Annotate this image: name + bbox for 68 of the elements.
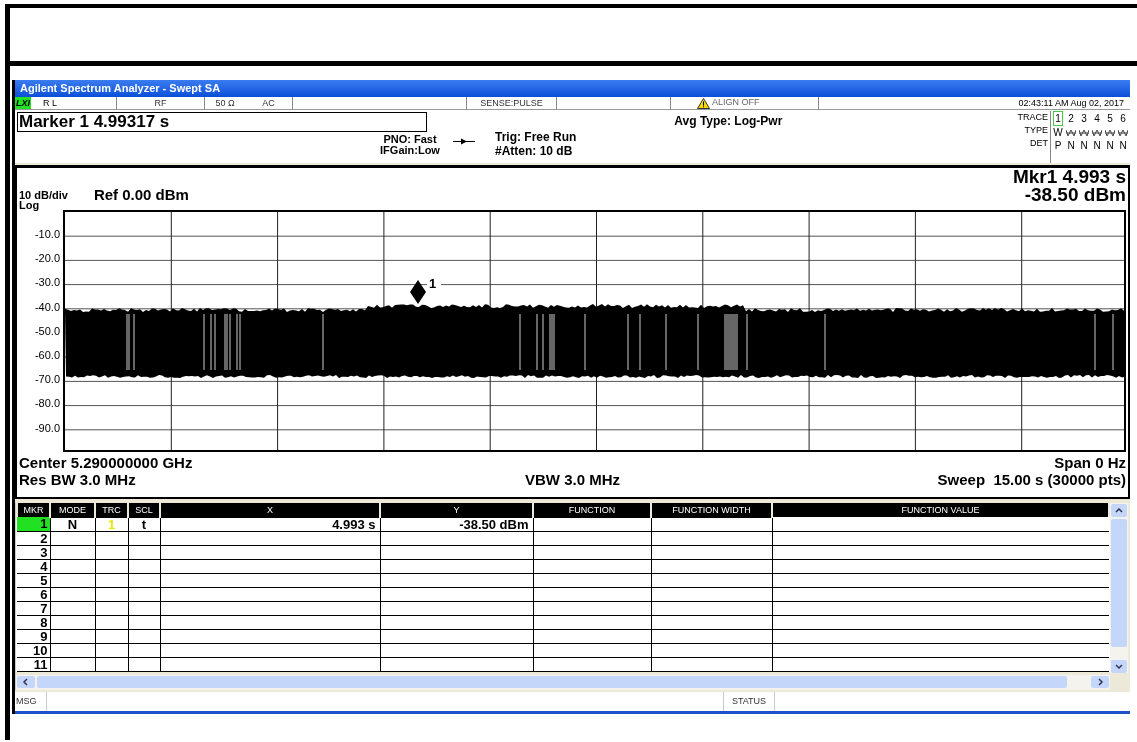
table-cell: 4.993 s (160, 517, 380, 531)
marker-readout: Mkr1 4.993 s (1012, 168, 1126, 186)
reference-level: Ref 0.00 dBm (93, 184, 189, 205)
message-label: MSG (15, 691, 47, 711)
axis-label: -60.0 (33, 347, 60, 363)
video-bandwidth: VBW 3.0 MHz (525, 471, 620, 488)
table-cell: -38.50 dBm (380, 517, 533, 531)
axis-label: -30.0 (33, 275, 60, 291)
trace-number[interactable]: 1 (1053, 111, 1063, 126)
date-time: 02:43:11 AM Aug 02, 2017 (1017, 97, 1125, 109)
trace-number[interactable]: 6 (1118, 111, 1128, 126)
trace-type: W (1053, 126, 1063, 139)
scale-type: Log (19, 200, 41, 210)
span-value: Span 0 Hz (1054, 454, 1126, 471)
resolution-bandwidth: Res BW 3.0 MHz (19, 471, 137, 488)
column-header: FUNCTION (533, 503, 651, 517)
trace-row-label: DET (1030, 137, 1048, 150)
trace-row-label: TRACE (1017, 111, 1048, 124)
marker-readout: -38.50 dBm (1024, 186, 1126, 204)
detector-type: N (1092, 139, 1102, 152)
trace-row-label: TYPE (1024, 124, 1048, 137)
column-header: MKR (17, 503, 50, 517)
scale-label: 10 dB/div (19, 190, 68, 200)
marker-field[interactable]: Marker 1 4.99317 s (17, 112, 427, 132)
detector-type: N (1105, 139, 1115, 152)
attenuation-setting: #Atten: 10 dB (495, 144, 574, 158)
axis-label: -20.0 (33, 251, 60, 267)
status-field: R L (31, 97, 117, 109)
detector-type: N (1066, 139, 1076, 152)
column-header: FUNCTION VALUE (772, 503, 1109, 517)
trace-number[interactable]: 5 (1105, 111, 1115, 126)
status-field: SENSE:PULSE (467, 97, 557, 109)
trace-number[interactable]: 4 (1092, 111, 1102, 126)
detector-type: N (1118, 139, 1128, 152)
marker-number[interactable]: 1 (17, 517, 50, 531)
column-header: Y (380, 503, 533, 517)
ifgain-setting: IFGain:Low (380, 145, 440, 156)
trace-number[interactable]: 3 (1079, 111, 1089, 126)
axis-label: -40.0 (33, 299, 60, 315)
axis-label: -80.0 (33, 396, 60, 412)
column-header: FUNCTION WIDTH (651, 503, 772, 517)
column-header: SCL (128, 503, 160, 517)
pno-setting: PNO: Fast (383, 134, 437, 145)
axis-label: -70.0 (33, 372, 60, 388)
column-header: X (160, 503, 380, 517)
lxi-badge: LXI (15, 97, 31, 109)
trigger-setting: Trig: Free Run (495, 130, 577, 144)
sweep-time: Sweep 15.00 s (30000 pts) (936, 471, 1126, 488)
table-cell: N (50, 517, 95, 531)
column-header: MODE (50, 503, 95, 517)
axis-label: -50.0 (33, 323, 60, 339)
axis-label: -90.0 (33, 420, 60, 436)
average-type: Avg Type: Log-Pwr (674, 113, 783, 130)
axis-label: -10.0 (33, 227, 60, 242)
status-label: STATUS (723, 691, 775, 711)
window-title: Agilent Spectrum Analyzer - Swept SA (20, 81, 221, 97)
table-cell: 1 (95, 517, 128, 531)
trace-number[interactable]: 2 (1066, 111, 1076, 126)
column-header: TRC (95, 503, 128, 517)
table-cell: t (128, 517, 160, 531)
center-frequency: Center 5.290000000 GHz (19, 454, 193, 471)
marker-label: 1 (429, 276, 437, 291)
detector-type: P (1053, 139, 1063, 152)
detector-type: N (1079, 139, 1089, 152)
status-field: RF (117, 97, 205, 109)
align-status: ALIGN OFF (712, 96, 760, 110)
status-field: 50 Ω (205, 97, 245, 109)
status-field: AC (245, 97, 293, 109)
